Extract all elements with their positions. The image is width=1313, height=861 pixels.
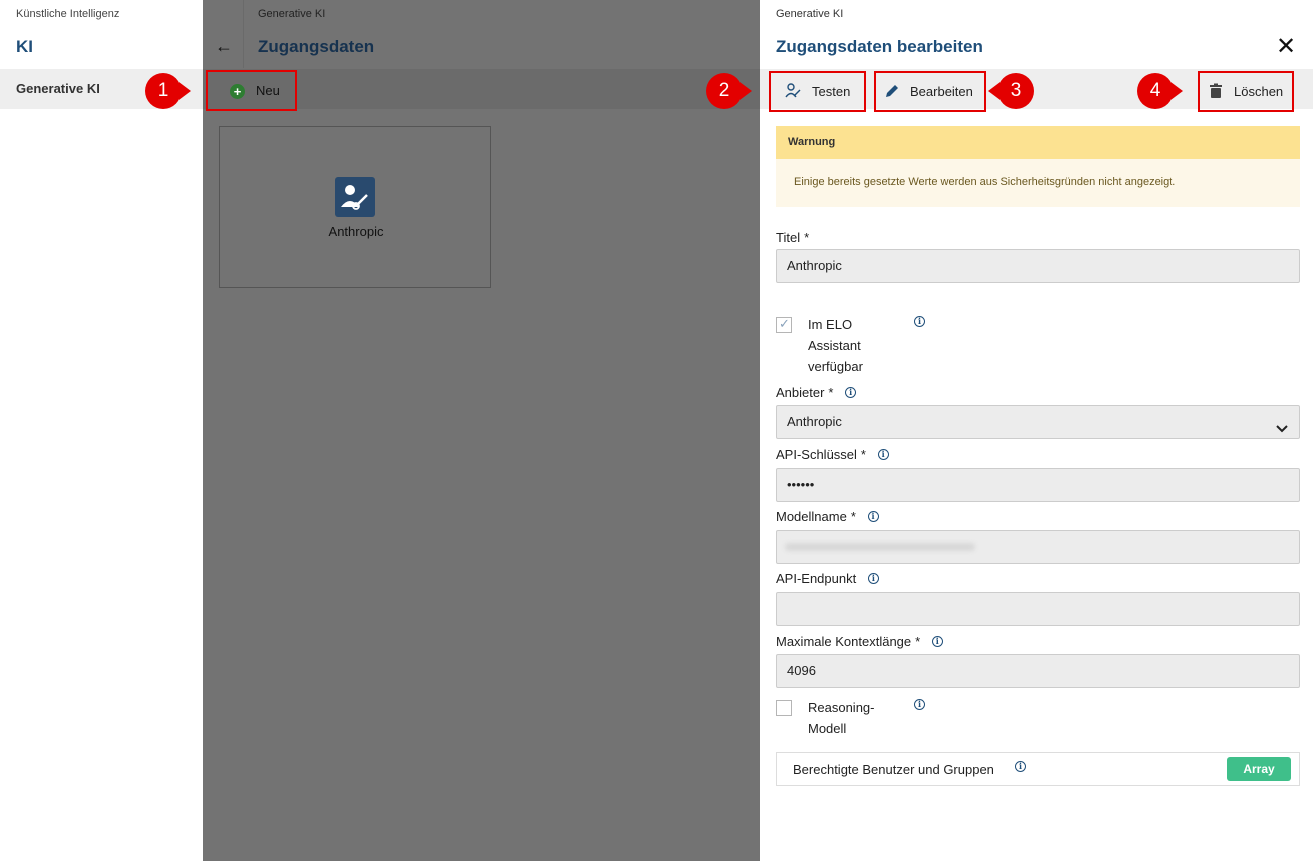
permissions-info-icon[interactable]: i [1015, 761, 1026, 772]
sidebar: Künstliche Intelligenz KI Generative KI [0, 0, 203, 861]
permissions-row[interactable]: Berechtigte Benutzer und Gruppen i Array [776, 752, 1300, 786]
assistant-checkbox[interactable] [776, 316, 792, 333]
context-length-label: Maximale Kontextlänge * i [776, 634, 943, 649]
array-badge[interactable]: Array [1227, 757, 1291, 781]
panel-breadcrumb[interactable]: Generative KI [776, 8, 843, 20]
sidebar-item-label: Generative KI [16, 81, 100, 96]
reasoning-info-icon[interactable]: i [914, 699, 925, 710]
model-name-label: Modellname * i [776, 509, 879, 524]
assistant-info-icon[interactable]: i [914, 316, 925, 327]
api-key-info-icon[interactable]: i [877, 449, 889, 460]
delete-button[interactable]: Löschen [1198, 71, 1294, 112]
title-input[interactable]: Anthropic [776, 249, 1300, 283]
edit-button[interactable]: Bearbeiten [874, 71, 986, 112]
pencil-icon [884, 83, 900, 99]
warning-title: Warnung [788, 136, 836, 148]
context-length-input[interactable]: 4096 [776, 654, 1300, 688]
endpoint-info-icon[interactable]: i [867, 573, 879, 584]
model-name-info-icon[interactable]: i [867, 511, 879, 522]
panel-title: Zugangsdaten bearbeiten [776, 37, 983, 56]
edit-credentials-panel: Generative KI Zugangsdaten bearbeiten ✕ … [760, 0, 1313, 861]
middle-breadcrumb[interactable]: Generative KI [258, 8, 325, 20]
warning-message: Einige bereits gesetzte Werte werden aus… [794, 176, 1176, 188]
tile-label: Anthropic [328, 224, 384, 239]
plus-circle-icon: + [230, 84, 245, 99]
middle-page-title: Zugangsdaten [258, 37, 375, 56]
title-label: Titel * [776, 230, 810, 245]
test-user-icon [785, 83, 801, 99]
warning-header: Warnung [776, 126, 1300, 159]
required-marker: * [804, 230, 810, 245]
test-button[interactable]: Testen [769, 71, 866, 112]
model-name-input[interactable] [776, 530, 1300, 564]
header-divider [243, 0, 244, 68]
credentials-list-panel: ← Generative KI Zugangsdaten + Neu Anthr… [203, 0, 760, 861]
ai-user-icon [335, 177, 375, 217]
required-marker: * [828, 385, 834, 400]
trash-icon [1208, 83, 1224, 99]
callout-2: 2 [706, 73, 754, 109]
callout-4: 4 [1137, 73, 1185, 109]
back-arrow-icon[interactable]: ← [215, 36, 233, 56]
reasoning-label: Reasoning-Modell [808, 700, 875, 736]
assistant-label: Im ELO Assistant verfügbar [808, 317, 863, 374]
new-button[interactable]: + Neu [206, 70, 297, 111]
required-marker: * [915, 634, 921, 649]
callout-3: 3 [988, 73, 1036, 109]
close-icon[interactable]: ✕ [1274, 34, 1298, 60]
chevron-down-icon [1275, 415, 1289, 433]
context-length-info-icon[interactable]: i [931, 636, 943, 647]
test-button-label: Testen [812, 84, 851, 99]
required-marker: * [860, 447, 866, 462]
api-key-label: API-Schlüssel * i [776, 447, 889, 462]
provider-label: Anbieter * i [776, 385, 857, 400]
endpoint-label: API-Endpunkt i [776, 571, 879, 586]
edit-button-label: Bearbeiten [910, 84, 973, 99]
reasoning-checkbox[interactable] [776, 700, 792, 716]
endpoint-input[interactable] [776, 592, 1300, 626]
delete-button-label: Löschen [1234, 84, 1284, 99]
middle-toolbar: + Neu [203, 69, 760, 111]
sidebar-title: KI [16, 37, 33, 56]
callout-1: 1 [145, 73, 193, 109]
panel-toolbar: Testen Bearbeiten Löschen [760, 69, 1313, 112]
redacted-value [785, 543, 975, 551]
required-marker: * [850, 509, 856, 524]
provider-select[interactable]: Anthropic [776, 405, 1300, 439]
new-button-label: Neu [256, 83, 280, 98]
warning-box: Warnung Einige bereits gesetzte Werte we… [776, 126, 1300, 207]
api-key-input[interactable]: •••••• [776, 468, 1300, 502]
sidebar-breadcrumb[interactable]: Künstliche Intelligenz [16, 8, 119, 20]
provider-select-value: Anthropic [787, 414, 842, 429]
credential-tile-anthropic[interactable]: Anthropic [219, 126, 491, 288]
provider-info-icon[interactable]: i [845, 387, 857, 398]
permissions-label: Berechtigte Benutzer und Gruppen [793, 762, 994, 777]
